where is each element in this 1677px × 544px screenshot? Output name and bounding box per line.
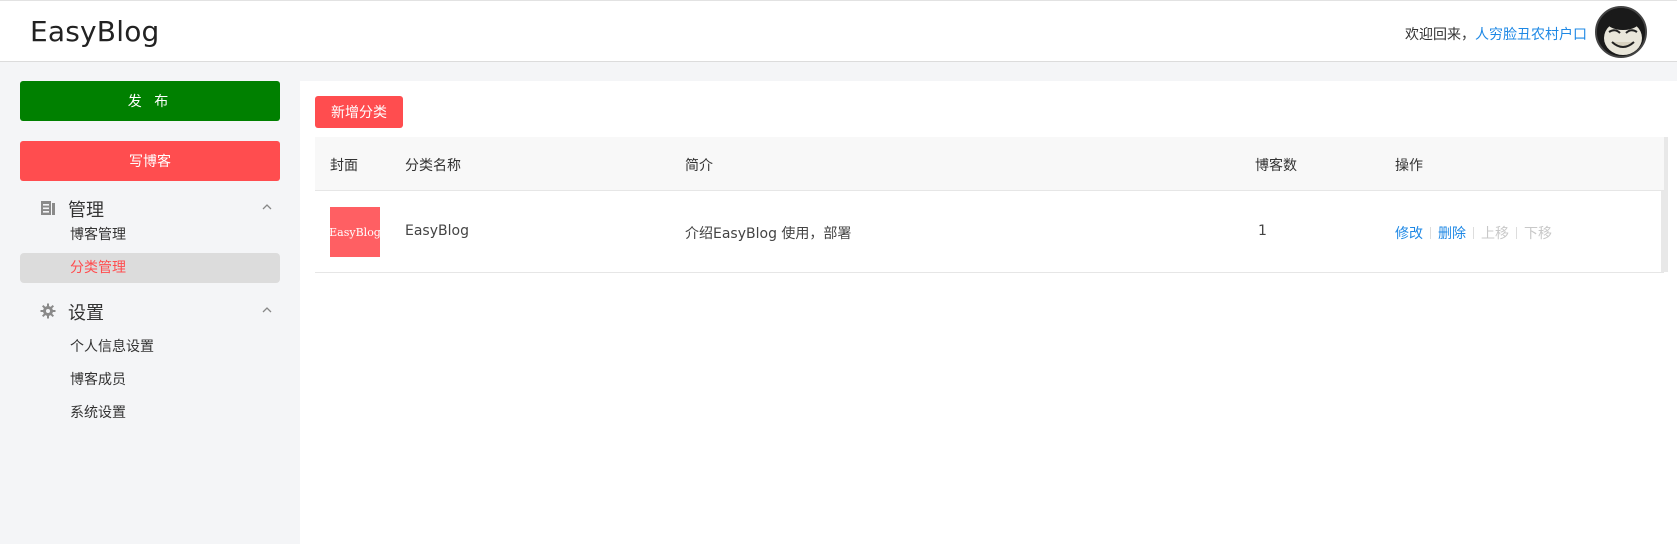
welcome-message: 欢迎回来，人穷脸丑农村户口 <box>1405 24 1587 44</box>
publish-button[interactable]: 发 布 <box>20 81 280 121</box>
content-card: 新增分类 封面 分类名称 简介 博客数 操作 EasyBlog EasyBlog… <box>300 81 1677 544</box>
category-table: 封面 分类名称 简介 博客数 操作 EasyBlog EasyBlog 介绍Ea… <box>315 137 1668 273</box>
column-header-cover: 封面 <box>330 158 358 174</box>
move-down-button: 下移 <box>1524 226 1552 242</box>
sidebar-item-profile-settings[interactable]: 个人信息设置 <box>20 332 280 362</box>
write-blog-button[interactable]: 写博客 <box>20 141 280 181</box>
category-cover-image: EasyBlog <box>329 207 381 257</box>
add-category-button[interactable]: 新增分类 <box>315 96 403 128</box>
delete-button[interactable]: 删除 <box>1438 226 1466 242</box>
main-content: 新增分类 封面 分类名称 简介 博客数 操作 EasyBlog EasyBlog… <box>300 62 1677 544</box>
welcome-prefix: 欢迎回来， <box>1405 27 1475 43</box>
divider <box>1516 227 1517 239</box>
menu-group-settings[interactable]: 设置 <box>20 295 280 327</box>
chevron-up-icon <box>262 307 272 313</box>
avatar[interactable] <box>1595 6 1647 58</box>
gear-icon <box>40 303 56 319</box>
move-up-button: 上移 <box>1481 226 1509 242</box>
sidebar-item-blog-members[interactable]: 博客成员 <box>20 365 280 395</box>
divider <box>1473 227 1474 239</box>
menu-group-label: 设置 <box>68 303 104 324</box>
sidebar-item-blog-management[interactable]: 博客管理 <box>20 220 280 250</box>
divider <box>1430 227 1431 239</box>
column-header-actions: 操作 <box>1395 158 1423 174</box>
sidebar: 发 布 写博客 管理 博客管理 分类管理 设置 个人信息设置 博客成员 系统设置 <box>0 62 300 544</box>
category-blog-count: 1 <box>1258 223 1267 239</box>
username-link[interactable]: 人穷脸丑农村户口 <box>1475 27 1587 43</box>
category-intro: 介绍EasyBlog 使用，部署 <box>685 226 852 242</box>
top-header: EasyBlog 欢迎回来，人穷脸丑农村户口 <box>0 0 1677 62</box>
table-row: EasyBlog EasyBlog 介绍EasyBlog 使用，部署 1 修改删… <box>315 191 1664 272</box>
table-header: 封面 分类名称 简介 博客数 操作 <box>315 137 1664 191</box>
column-header-name: 分类名称 <box>405 158 461 174</box>
column-header-intro: 简介 <box>685 158 713 174</box>
document-icon <box>41 201 55 215</box>
edit-button[interactable]: 修改 <box>1395 226 1423 242</box>
category-name: EasyBlog <box>405 223 469 239</box>
sidebar-item-system-settings[interactable]: 系统设置 <box>20 398 280 428</box>
avatar-face-icon <box>1597 8 1645 56</box>
menu-group-label: 管理 <box>68 200 104 221</box>
sidebar-item-category-management[interactable]: 分类管理 <box>20 253 280 283</box>
app-logo[interactable]: EasyBlog <box>30 15 160 48</box>
column-header-blog-count: 博客数 <box>1255 158 1297 174</box>
chevron-up-icon <box>262 204 272 210</box>
row-actions: 修改 删除 上移 下移 <box>1395 223 1552 243</box>
